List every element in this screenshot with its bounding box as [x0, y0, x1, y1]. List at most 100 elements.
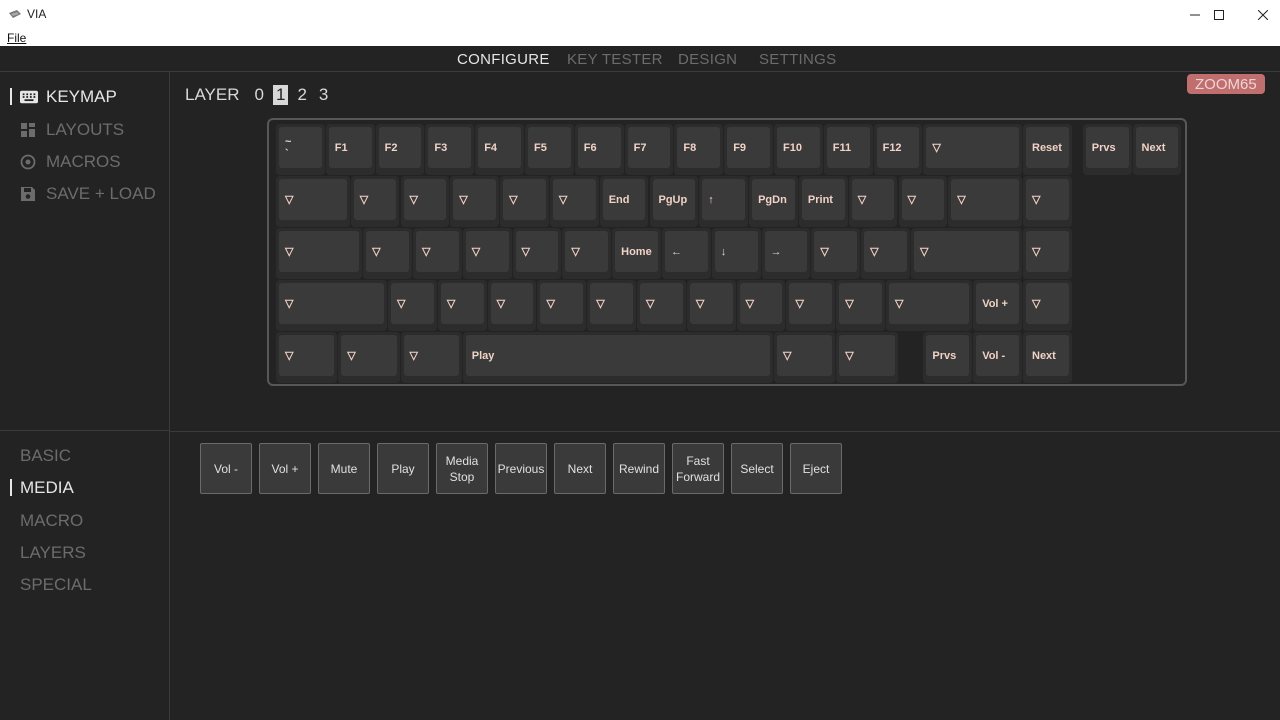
key-r2-c6[interactable]: Home — [612, 228, 661, 279]
key-r0-c4[interactable]: F4 — [475, 124, 524, 175]
media-key-vol[interactable]: Vol + — [259, 443, 311, 494]
sidebar-item-keymap[interactable]: KEYMAP — [20, 87, 117, 107]
key-r1-c11[interactable]: ▽ — [848, 176, 898, 227]
key-r4-c7[interactable]: Vol - — [973, 332, 1022, 383]
key-r2-c11[interactable]: ▽ — [861, 228, 910, 279]
media-key-media-stop[interactable]: Media Stop — [436, 443, 488, 494]
layer-3-button[interactable]: 3 — [316, 85, 331, 105]
key-r3-c0[interactable]: ▽ — [276, 280, 388, 331]
key-r0-c13[interactable]: ▽ — [923, 124, 1022, 175]
layer-0-button[interactable]: 0 — [252, 85, 267, 105]
key-r2-c4[interactable]: ▽ — [512, 228, 562, 279]
layer-1-button[interactable]: 1 — [272, 85, 289, 105]
key-r4-c6[interactable]: Prvs — [923, 332, 973, 383]
media-key-mute[interactable]: Mute — [318, 443, 370, 494]
key-r4-c5[interactable]: ▽ — [836, 332, 898, 383]
key-r4-c4[interactable]: ▽ — [774, 332, 836, 383]
media-key-select[interactable]: Select — [731, 443, 783, 494]
key-r3-c11[interactable]: ▽ — [886, 280, 973, 331]
media-key-vol[interactable]: Vol - — [200, 443, 252, 494]
key-r2-c7[interactable]: ← — [661, 228, 711, 279]
media-key-previous[interactable]: Previous — [495, 443, 547, 494]
key-r1-c3[interactable]: ▽ — [450, 176, 500, 227]
maximize-button[interactable] — [1196, 0, 1242, 30]
sidebar-item-basic[interactable]: BASIC — [20, 446, 71, 466]
key-r1-c7[interactable]: PgUp — [649, 176, 699, 227]
key-r2-c13[interactable]: ▽ — [1023, 228, 1072, 279]
key-r1-c0[interactable]: ▽ — [276, 176, 350, 227]
close-button[interactable] — [1240, 0, 1280, 30]
key-r1-c13[interactable]: ▽ — [948, 176, 1022, 227]
tab-settings[interactable]: SETTINGS — [759, 51, 836, 68]
key-r1-c9[interactable]: PgDn — [749, 176, 798, 227]
key-r3-c2[interactable]: ▽ — [437, 280, 487, 331]
key-r3-c4[interactable]: ▽ — [537, 280, 587, 331]
key-r3-c6[interactable]: ▽ — [637, 280, 686, 331]
key-r0-c7[interactable]: F7 — [624, 124, 674, 175]
key-r3-c7[interactable]: ▽ — [686, 280, 736, 331]
key-r2-c12[interactable]: ▽ — [910, 228, 1022, 279]
key-r0-c14[interactable]: Reset — [1023, 124, 1072, 175]
sidebar-item-save-load[interactable]: SAVE + LOAD — [20, 184, 156, 204]
key-r2-c3[interactable]: ▽ — [462, 228, 512, 279]
key-r1-c1[interactable]: ▽ — [350, 176, 400, 227]
key-r1-c8[interactable]: ↑ — [699, 176, 749, 227]
media-key-play[interactable]: Play — [377, 443, 429, 494]
media-key-rewind[interactable]: Rewind — [613, 443, 665, 494]
key-r2-c10[interactable]: ▽ — [811, 228, 861, 279]
key-r1-c2[interactable]: ▽ — [400, 176, 450, 227]
key-r1-c6[interactable]: End — [599, 176, 649, 227]
menu-file[interactable]: File — [7, 31, 26, 45]
key-r2-c8[interactable]: ↓ — [711, 228, 761, 279]
media-key-next[interactable]: Next — [554, 443, 606, 494]
key-r4-c2[interactable]: ▽ — [400, 332, 462, 383]
key-r0-c16[interactable]: Next — [1132, 124, 1182, 175]
key-r0-c8[interactable]: F8 — [674, 124, 724, 175]
sidebar-item-macro[interactable]: MACRO — [20, 511, 83, 531]
sidebar-item-layers[interactable]: LAYERS — [20, 543, 86, 563]
key-r0-c2[interactable]: F2 — [375, 124, 425, 175]
sidebar-item-layouts[interactable]: LAYOUTS — [20, 120, 124, 140]
tab-configure[interactable]: CONFIGURE — [457, 51, 550, 68]
key-r2-c9[interactable]: → — [761, 228, 811, 279]
key-r4-c8[interactable]: Next — [1023, 332, 1072, 383]
key-r3-c12[interactable]: Vol + — [973, 280, 1022, 331]
sidebar-item-special[interactable]: SPECIAL — [20, 575, 92, 595]
tab-design[interactable]: DESIGN — [678, 51, 737, 68]
key-r0-c6[interactable]: F6 — [574, 124, 624, 175]
media-key-eject[interactable]: Eject — [790, 443, 842, 494]
key-r1-c5[interactable]: ▽ — [549, 176, 599, 227]
key-r4-c3[interactable]: Play — [462, 332, 773, 383]
key-r0-c11[interactable]: F11 — [823, 124, 873, 175]
key-r0-c3[interactable]: F3 — [425, 124, 475, 175]
key-r4-c0[interactable]: ▽ — [276, 332, 338, 383]
key-r3-c13[interactable]: ▽ — [1023, 280, 1072, 331]
key-r3-c8[interactable]: ▽ — [736, 280, 786, 331]
key-r1-c14[interactable]: ▽ — [1023, 176, 1072, 227]
key-r1-c4[interactable]: ▽ — [500, 176, 549, 227]
key-r2-c5[interactable]: ▽ — [562, 228, 612, 279]
key-r4-c1[interactable]: ▽ — [338, 332, 400, 383]
key-r2-c1[interactable]: ▽ — [363, 228, 412, 279]
key-r1-c12[interactable]: ▽ — [898, 176, 948, 227]
key-r0-c9[interactable]: F9 — [724, 124, 773, 175]
key-r3-c3[interactable]: ▽ — [487, 280, 537, 331]
key-r3-c9[interactable]: ▽ — [786, 280, 836, 331]
key-r0-c15[interactable]: Prvs — [1082, 124, 1132, 175]
tab-key-tester[interactable]: KEY TESTER — [567, 51, 663, 68]
key-r3-c1[interactable]: ▽ — [388, 280, 437, 331]
key-r2-c0[interactable]: ▽ — [276, 228, 363, 279]
sidebar-item-media[interactable]: MEDIA — [20, 478, 74, 498]
layer-2-button[interactable]: 2 — [294, 85, 309, 105]
key-r0-c0[interactable]: ~ ` — [276, 124, 325, 175]
key-r3-c10[interactable]: ▽ — [836, 280, 886, 331]
key-r0-c1[interactable]: F1 — [325, 124, 375, 175]
sidebar-item-macros[interactable]: MACROS — [20, 152, 121, 172]
key-r3-c5[interactable]: ▽ — [587, 280, 637, 331]
media-key-fast-forward[interactable]: Fast Forward — [672, 443, 724, 494]
key-r0-c5[interactable]: F5 — [525, 124, 574, 175]
key-r0-c10[interactable]: F10 — [774, 124, 823, 175]
key-r2-c2[interactable]: ▽ — [412, 228, 462, 279]
key-r0-c12[interactable]: F12 — [873, 124, 923, 175]
key-r1-c10[interactable]: Print — [798, 176, 848, 227]
